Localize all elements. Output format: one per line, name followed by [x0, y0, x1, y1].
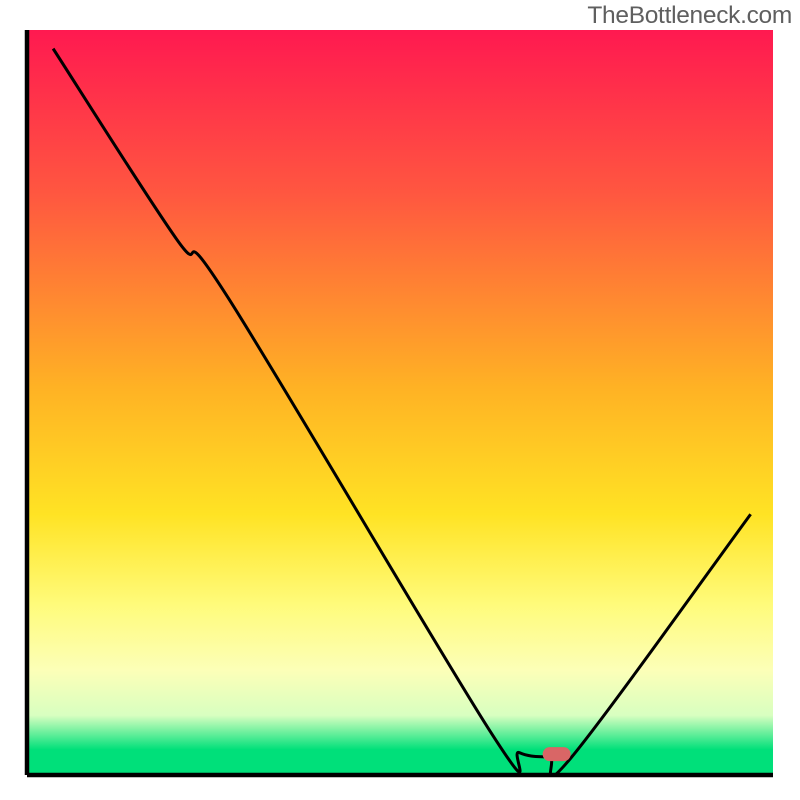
gradient-background [27, 30, 773, 775]
optimal-marker [543, 747, 571, 761]
bottleneck-chart [0, 0, 800, 800]
chart-container: TheBottleneck.com [0, 0, 800, 800]
plot-area [27, 30, 773, 777]
watermark-text: TheBottleneck.com [587, 2, 792, 30]
